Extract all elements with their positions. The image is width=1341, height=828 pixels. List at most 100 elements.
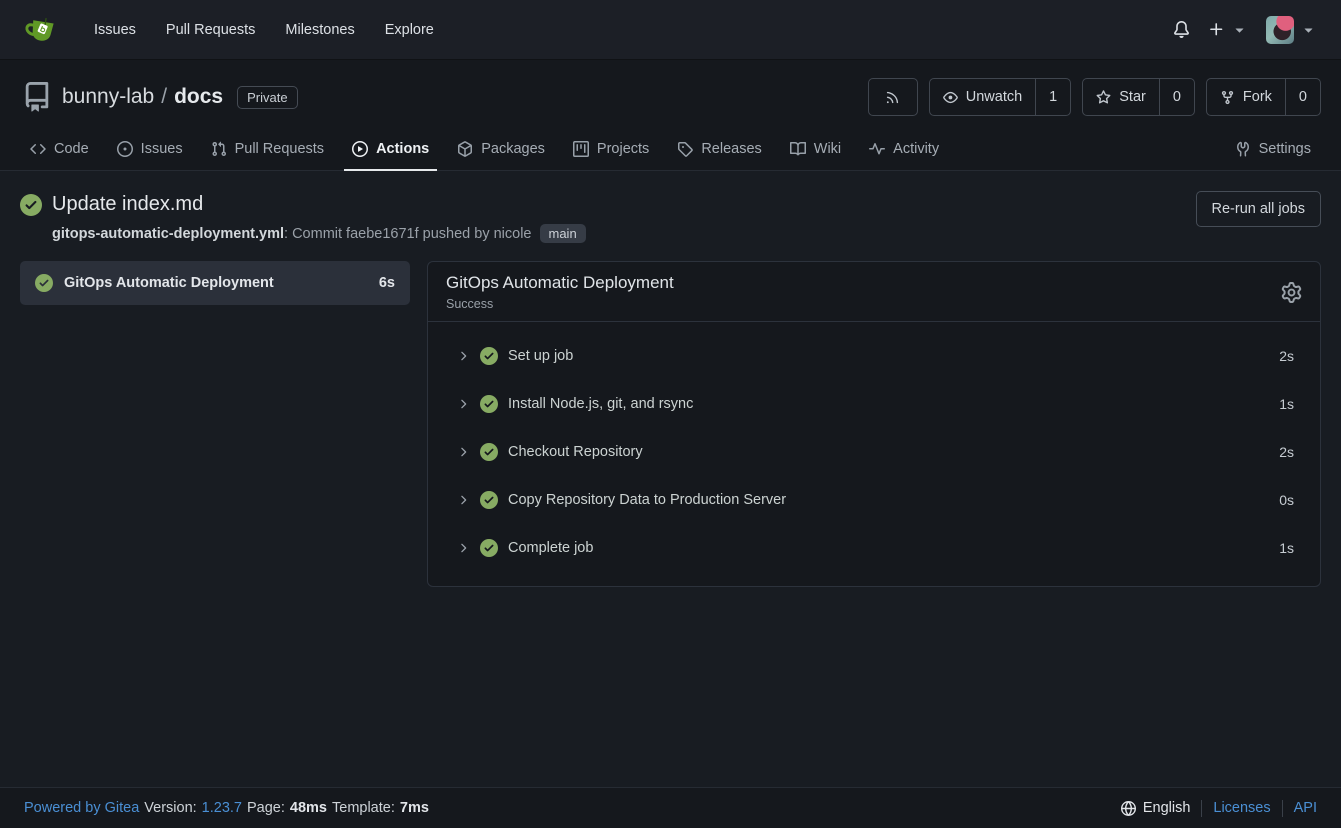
rerun-all-jobs-button[interactable]: Re-run all jobs [1196,191,1322,227]
user-avatar [1266,16,1294,44]
fork-button[interactable]: Fork [1207,79,1285,115]
language-label: English [1143,800,1191,816]
job-status-label: Success [446,297,674,311]
branch-badge[interactable]: main [540,224,586,243]
page-time-value: 48ms [290,800,327,816]
star-icon [1096,90,1111,105]
footer-divider [1282,800,1283,817]
issue-opened-icon [117,141,133,157]
step-name: Checkout Repository [508,444,643,460]
job-list-item-active[interactable]: GitOps Automatic Deployment 6s [20,261,410,305]
tab-settings[interactable]: Settings [1221,130,1325,170]
step-row-checkout[interactable]: Checkout Repository 2s [428,428,1320,476]
run-subtitle: gitops-automatic-deployment.yml: Commit … [52,224,1321,243]
repo-action-buttons: Unwatch 1 Star 0 Fork 0 [868,78,1321,116]
repo-name-link[interactable]: docs [174,85,223,109]
repo-owner-link[interactable]: bunny-lab [62,85,154,109]
footer-links: English Licenses API [1121,800,1317,817]
nav-pull-requests[interactable]: Pull Requests [151,12,270,48]
tab-actions[interactable]: Actions [338,130,443,170]
nav-issues[interactable]: Issues [79,12,151,48]
gitea-logo-icon[interactable] [24,15,57,45]
footer-meta: Powered by Gitea Version: 1.23.7 Page: 4… [24,800,429,816]
page-footer: Powered by Gitea Version: 1.23.7 Page: 4… [0,787,1341,828]
watch-button-group: Unwatch 1 [929,78,1072,116]
rss-feed-button[interactable] [869,79,917,115]
watchers-count[interactable]: 1 [1035,79,1070,115]
tab-label: Pull Requests [235,141,324,157]
tab-label: Actions [376,141,429,157]
step-duration: 1s [1279,396,1294,412]
project-icon [573,141,589,157]
template-time-value: 7ms [400,800,429,816]
rss-button-group [868,78,918,116]
breadcrumb-separator: / [161,85,167,109]
workflow-file-link[interactable]: gitops-automatic-deployment.yml [52,226,284,242]
api-link[interactable]: API [1294,800,1317,816]
powered-by-gitea-link[interactable]: Powered by Gitea [24,800,139,816]
step-row-copy-data[interactable]: Copy Repository Data to Production Serve… [428,476,1320,524]
fork-button-group: Fork 0 [1206,78,1321,116]
step-duration: 1s [1279,540,1294,556]
job-options-gear-icon[interactable] [1281,282,1302,303]
licenses-link[interactable]: Licenses [1213,800,1270,816]
nav-milestones[interactable]: Milestones [270,12,369,48]
job-name: GitOps Automatic Deployment [64,275,368,291]
success-check-icon [480,395,498,413]
job-panel-header: GitOps Automatic Deployment Success [428,262,1320,322]
star-label: Star [1119,89,1146,105]
success-check-icon [35,274,53,292]
step-row-setup-job[interactable]: Set up job 2s [428,332,1320,380]
repo-header-wrapper: bunny-lab / docs Private Unwatch 1 [0,60,1341,171]
chevron-right-icon [456,349,470,363]
success-check-icon [480,443,498,461]
create-new-menu[interactable] [1208,21,1248,38]
tab-pull-requests[interactable]: Pull Requests [197,130,338,170]
tab-label: Packages [481,141,545,157]
language-selector[interactable]: English [1121,800,1191,816]
forks-count[interactable]: 0 [1285,79,1320,115]
tab-packages[interactable]: Packages [443,130,559,170]
star-button-group: Star 0 [1082,78,1195,116]
chevron-down-icon [1300,21,1317,38]
template-time-label: Template: [332,800,395,816]
page-time-label: Page: [247,800,285,816]
notifications-bell-icon[interactable] [1173,21,1190,38]
tab-releases[interactable]: Releases [663,130,775,170]
top-navbar: Issues Pull Requests Milestones Explore [0,0,1341,60]
step-name: Set up job [508,348,573,364]
stars-count[interactable]: 0 [1159,79,1194,115]
step-row-install-deps[interactable]: Install Node.js, git, and rsync 1s [428,380,1320,428]
commit-info: : Commit faebe1671f pushed by nicole [284,226,531,242]
globe-icon [1121,801,1136,816]
tab-label: Wiki [814,141,841,157]
tab-wiki[interactable]: Wiki [776,130,855,170]
tab-projects[interactable]: Projects [559,130,663,170]
chevron-right-icon [456,493,470,507]
tag-icon [677,141,693,157]
tab-activity[interactable]: Activity [855,130,953,170]
footer-divider [1201,800,1202,817]
tab-code[interactable]: Code [16,130,103,170]
unwatch-button[interactable]: Unwatch [930,79,1035,115]
job-panel-title: GitOps Automatic Deployment [446,273,674,293]
tab-label: Projects [597,141,649,157]
step-duration: 0s [1279,492,1294,508]
tab-issues[interactable]: Issues [103,130,197,170]
version-link[interactable]: 1.23.7 [202,800,242,816]
git-fork-icon [1220,90,1235,105]
repo-tabs: Code Issues Pull Requests Actions Packag… [0,130,1341,171]
fork-label: Fork [1243,89,1272,105]
job-duration: 6s [379,275,395,291]
pulse-icon [869,141,885,157]
nav-explore[interactable]: Explore [370,12,449,48]
repo-icon [22,82,52,112]
star-button[interactable]: Star [1083,79,1159,115]
rss-icon [885,90,900,105]
chevron-right-icon [456,445,470,459]
step-name: Install Node.js, git, and rsync [508,396,693,412]
version-label: Version: [144,800,196,816]
step-row-complete-job[interactable]: Complete job 1s [428,524,1320,572]
step-name: Complete job [508,540,593,556]
user-menu[interactable] [1266,16,1317,44]
